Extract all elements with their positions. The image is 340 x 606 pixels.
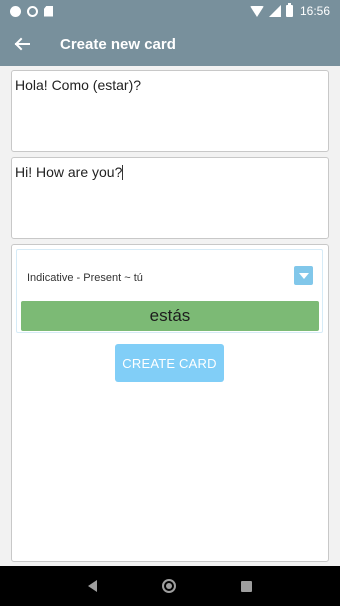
- status-right-icons: 16:56: [249, 3, 330, 18]
- wifi-icon: [249, 5, 264, 17]
- nav-back-icon[interactable]: [87, 580, 97, 592]
- back-text-field[interactable]: Hi! How are you?: [11, 157, 329, 239]
- status-time: 16:56: [299, 4, 330, 18]
- sd-card-icon: [44, 5, 53, 17]
- status-bar: 16:56: [0, 0, 340, 22]
- back-button[interactable]: [0, 22, 44, 66]
- conjugated-answer: estás: [21, 301, 319, 331]
- conjugation-box: Indicative - Present ~ tú estás: [16, 249, 323, 333]
- create-card-button[interactable]: CREATE CARD: [115, 344, 224, 382]
- front-text-value: Hola! Como (estar)?: [15, 77, 142, 93]
- navigation-bar: [0, 566, 340, 606]
- main-content: Hola! Como (estar)? Hi! How are you? Ind…: [0, 66, 340, 566]
- card-panel: Indicative - Present ~ tú estás CREATE C…: [11, 244, 329, 562]
- status-left-icons: [10, 5, 53, 17]
- chevron-down-icon: [298, 272, 309, 279]
- back-text-value: Hi! How are you?: [15, 164, 123, 180]
- app-bar: Create new card: [0, 22, 340, 66]
- tense-select-value[interactable]: Indicative - Present ~ tú: [27, 272, 143, 284]
- sync-icon: [27, 5, 38, 17]
- notification-icon: [10, 5, 21, 17]
- battery-icon: [285, 3, 293, 17]
- signal-icon: [268, 5, 281, 17]
- arrow-left-icon: [14, 37, 30, 51]
- screen: 16:56 Create new card Hola! Como (estar)…: [0, 0, 340, 606]
- page-title: Create new card: [60, 35, 176, 53]
- text-caret: [122, 165, 124, 180]
- nav-home-icon[interactable]: [161, 579, 176, 593]
- nav-recents-icon[interactable]: [241, 580, 253, 592]
- front-text-field[interactable]: Hola! Como (estar)?: [11, 70, 329, 152]
- tense-select-dropdown[interactable]: [294, 266, 313, 285]
